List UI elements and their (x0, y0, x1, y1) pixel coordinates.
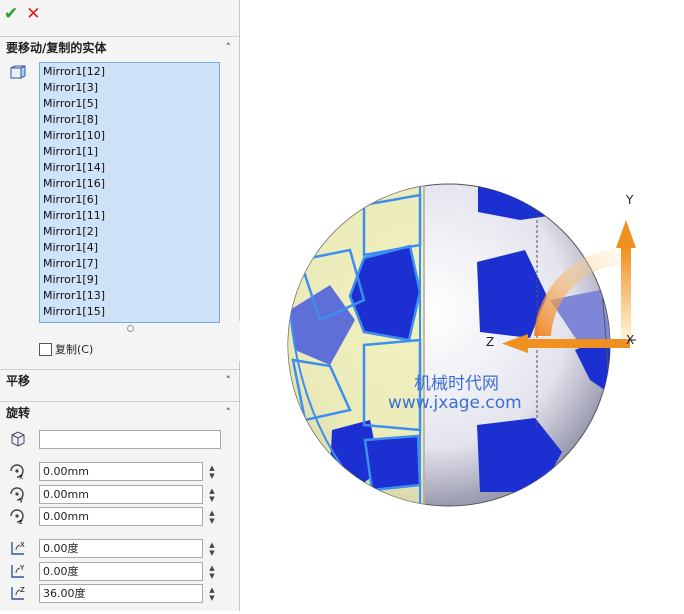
x-rotation-icon: X (11, 541, 25, 555)
rotate-section-header[interactable]: 旋转 ˄ (0, 401, 239, 423)
body-list-item[interactable]: Mirror1[12] (43, 64, 216, 80)
body-list-item[interactable]: Mirror1[10] (43, 128, 216, 144)
z-coordinate-input[interactable]: 0.00mm (39, 507, 203, 526)
x-spinner[interactable]: ▲ ▼ (206, 462, 218, 481)
y-angle-spinner[interactable]: ▲ ▼ (206, 562, 218, 581)
body-list-item[interactable]: Mirror1[15] (43, 304, 216, 320)
z-rotation-icon: Z (11, 586, 25, 600)
body-list-item[interactable]: Mirror1[16] (43, 176, 216, 192)
svg-text:Z: Z (20, 586, 25, 594)
body-list-item[interactable]: Mirror1[5] (43, 96, 216, 112)
x-angle-spinner[interactable]: ▲ ▼ (206, 539, 218, 558)
z-arrow-shaft[interactable] (520, 339, 630, 348)
body-list-item[interactable]: Mirror1[4] (43, 240, 216, 256)
list-resize-handle[interactable] (127, 325, 134, 332)
bodies-section-header[interactable]: 要移动/复制的实体 ˄ (0, 36, 239, 58)
graphics-viewport[interactable]: Y X Z (240, 0, 684, 611)
copy-checkbox-row[interactable]: 复制(C) (39, 341, 93, 357)
y-rotation-icon: Y (11, 564, 25, 578)
x-angle-input[interactable]: 0.00度 (39, 539, 203, 558)
watermark-site-name: 机械时代网 (414, 374, 499, 394)
body-list-item[interactable]: Mirror1[13] (43, 288, 216, 304)
chevron-down-icon[interactable]: ˅ (226, 374, 232, 387)
y-angle-input[interactable]: 0.00度 (39, 562, 203, 581)
watermark-url: www.jxage.com (388, 393, 522, 413)
body-list-item[interactable]: Mirror1[11] (43, 208, 216, 224)
x-coordinate-input[interactable]: 0.00mm (39, 462, 203, 481)
body-list-item[interactable]: Mirror1[3] (43, 80, 216, 96)
rotation-reference-field[interactable] (39, 430, 221, 449)
triad-x-label: X (626, 333, 634, 347)
solid-bodies-icon (10, 65, 26, 79)
y-arrow-shaft[interactable] (621, 248, 631, 338)
z-coordinate-icon: z (10, 509, 24, 525)
rotate-section-title: 旋转 (6, 406, 31, 420)
chevron-up-icon[interactable]: ˄ (226, 406, 232, 419)
property-manager-panel: ✔ ✕ 要移动/复制的实体 ˄ Mirror1[12] Mirror1[3] Mir… (0, 0, 240, 611)
svg-text:x: x (19, 473, 23, 480)
z-angle-input[interactable]: 36.00度 (39, 584, 203, 603)
body-list-item[interactable]: Mirror1[14] (43, 160, 216, 176)
ok-icon[interactable]: ✔ (4, 4, 18, 24)
svg-text:X: X (20, 541, 25, 549)
body-list-item[interactable]: Mirror1[6] (43, 192, 216, 208)
pentagon-patch[interactable] (365, 436, 420, 490)
copy-checkbox[interactable] (39, 342, 52, 356)
body-list-item[interactable]: Mirror1[8] (43, 112, 216, 128)
z-angle-spinner[interactable]: ▲ ▼ (206, 584, 218, 603)
y-spinner[interactable]: ▲ ▼ (206, 485, 218, 504)
y-coordinate-input[interactable]: 0.00mm (39, 485, 203, 504)
bodies-section-title: 要移动/复制的实体 (6, 41, 107, 55)
bodies-listbox[interactable]: Mirror1[12] Mirror1[3] Mirror1[5] Mirror1[8… (39, 62, 220, 323)
chevron-up-icon[interactable]: ˄ (226, 41, 232, 54)
svg-text:y: y (19, 496, 23, 503)
translate-section-title: 平移 (6, 374, 31, 388)
y-arrow-head[interactable] (616, 220, 636, 248)
svg-text:z: z (19, 518, 23, 525)
x-coordinate-icon: x (10, 464, 24, 480)
triad-z-label: Z (486, 335, 494, 349)
confirm-toolbar: ✔ ✕ (0, 0, 239, 28)
svg-text:Y: Y (19, 564, 25, 572)
copy-label: 复制(C) (55, 343, 94, 356)
translate-section-header[interactable]: 平移 ˅ (0, 369, 239, 391)
triad-y-label: Y (625, 193, 634, 207)
body-list-item[interactable]: Mirror1[9] (43, 272, 216, 288)
body-list-item[interactable]: Mirror1[7] (43, 256, 216, 272)
reference-vertex-icon (11, 431, 25, 447)
y-coordinate-icon: y (10, 487, 24, 503)
body-list-item[interactable]: Mirror1[1] (43, 144, 216, 160)
soccer-ball-model[interactable]: Y X Z (240, 0, 684, 611)
cancel-icon[interactable]: ✕ (26, 4, 40, 24)
body-list-item[interactable]: Mirror1[2] (43, 224, 216, 240)
z-spinner[interactable]: ▲ ▼ (206, 507, 218, 526)
